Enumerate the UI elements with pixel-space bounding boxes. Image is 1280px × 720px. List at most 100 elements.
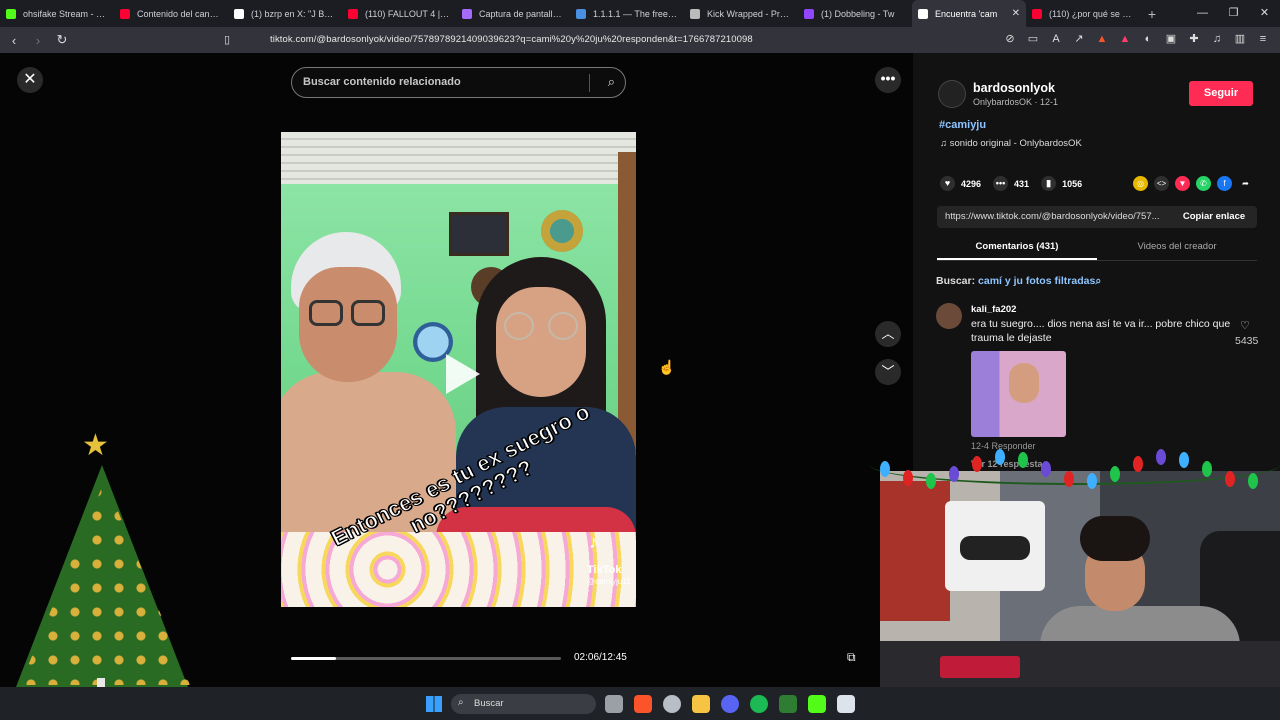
share-arrow-icon[interactable]: ➦ [1238, 176, 1253, 191]
chevron-down-icon[interactable]: ﹀ [875, 359, 901, 385]
vpn-icon[interactable]: ▣ [1164, 32, 1178, 46]
browser-tab[interactable]: Contenido del canal - [114, 0, 228, 27]
windows-start-icon[interactable] [426, 696, 442, 712]
heart-outline-icon[interactable]: ♡ [1240, 319, 1250, 332]
avatar[interactable] [938, 80, 966, 108]
wallet-icon[interactable]: ◐ [1141, 32, 1155, 46]
x-icon [234, 8, 244, 19]
light-bulb [903, 470, 913, 486]
reload-icon[interactable]: ↻ [52, 32, 72, 48]
spotify-icon[interactable] [750, 695, 768, 713]
related-query: camí y ju fotos filtradas [978, 275, 1096, 287]
share-icon[interactable]: ↗ [1072, 32, 1086, 46]
app-icon[interactable] [779, 695, 797, 713]
sidebar-icon[interactable]: ▥ [1233, 32, 1247, 46]
screenshot-icon[interactable]: ▭ [1026, 32, 1040, 46]
light-bulb [1225, 471, 1235, 487]
save-stat[interactable]: ▮ 1056 [1041, 176, 1082, 191]
calculator-icon[interactable] [837, 695, 855, 713]
brave-shield-icon[interactable]: ▲ [1095, 32, 1109, 46]
light-bulb [1041, 461, 1051, 477]
browser-tab[interactable]: ohsifake Stream - Watc [0, 0, 114, 27]
progress-bar[interactable] [291, 657, 561, 660]
brave-icon[interactable] [634, 695, 652, 713]
menu-icon[interactable]: ≡ [1256, 32, 1270, 46]
rewards-icon[interactable]: ▲ [1118, 32, 1132, 46]
save-count: 1056 [1062, 178, 1083, 189]
comment-stat[interactable]: ••• 431 [993, 176, 1029, 191]
tab-title: Contenido del canal - [137, 8, 222, 19]
restore-icon[interactable]: ❐ [1218, 0, 1249, 27]
share-link[interactable]: https://www.tiktok.com/@bardosonlyok/vid… [945, 211, 1170, 222]
tab-title: (1) Dobbeling - Tw [821, 8, 895, 19]
star-icon: ★ [82, 429, 109, 462]
kick-icon [6, 8, 16, 19]
browser-tab[interactable]: Encuentra 'cam ✕ [912, 0, 1026, 27]
comment-username[interactable]: kali_fa202 [971, 304, 1016, 315]
browser-tab[interactable]: Captura de pantalla po [456, 0, 570, 27]
chevron-up-icon[interactable]: ︿ [875, 321, 901, 347]
avatar[interactable] [936, 303, 962, 329]
search-icon[interactable]: ⌕ [608, 74, 615, 90]
close-icon[interactable]: ✕ [17, 67, 43, 93]
light-bulb [1202, 461, 1212, 477]
search-icon: ⌕ [458, 697, 464, 708]
light-bulb [1087, 473, 1097, 489]
tab-title: Captura de pantalla po [479, 8, 564, 19]
kick-icon[interactable] [808, 695, 826, 713]
browser-tab[interactable]: (110) ¿por qué se hac [1026, 0, 1140, 27]
facebook-icon[interactable]: f [1217, 176, 1232, 191]
play-icon[interactable] [446, 354, 480, 394]
translate-icon[interactable]: A [1049, 32, 1063, 46]
music-info[interactable]: ♫ sonido original - OnlybardosOK [940, 138, 1082, 149]
more-options-icon[interactable]: ••• [875, 67, 901, 93]
video-frame[interactable]: Entonces es tu ex suegro o no???????? ♪ … [281, 132, 636, 607]
copy-link-button[interactable]: Copiar enlace [1171, 206, 1257, 228]
send-icon[interactable]: ▼ [1175, 176, 1190, 191]
light-bulb [1018, 452, 1028, 468]
url-field[interactable]: tiktok.com/@bardosonlyok/video/757897892… [270, 34, 753, 45]
forward-icon[interactable]: › [28, 33, 48, 48]
username[interactable]: bardosonlyok [973, 81, 1055, 95]
related-search-input[interactable]: Buscar contenido relacionado ⌕ [291, 67, 626, 98]
taskbar-search[interactable]: ⌕ Buscar [451, 694, 596, 714]
new-tab-button[interactable]: + [1140, 6, 1164, 22]
toolbar-icons: ⊘ ▭ A ↗ ▲ ▲ ◐ ▣ ✚ ♫ ▥ ≡ [1003, 32, 1270, 46]
tab-comments[interactable]: Comentarios (431) [937, 237, 1097, 260]
share-link-box: https://www.tiktok.com/@bardosonlyok/vid… [937, 206, 1257, 228]
light-bulb [880, 461, 890, 477]
media-icon[interactable]: ♫ [1210, 32, 1224, 46]
browser-tab[interactable]: (110) FALLOUT 4 | PRI [342, 0, 456, 27]
browser-tab[interactable]: 1.1.1.1 — The free app [570, 0, 684, 27]
embed-icon[interactable]: <> [1154, 176, 1169, 191]
picture-in-picture-icon[interactable]: ⧉ [847, 650, 856, 665]
minimize-icon[interactable]: — [1187, 0, 1218, 27]
windows-taskbar: ⌕ Buscar [0, 687, 1280, 720]
bookmark-icon[interactable]: ▯ [224, 33, 230, 46]
tab-creator-videos[interactable]: Videos del creador [1097, 237, 1257, 260]
puzzle-icon[interactable]: ✚ [1187, 32, 1201, 46]
steam-icon[interactable] [663, 695, 681, 713]
related-search[interactable]: Buscar: camí y ju fotos filtradas⌕ [936, 275, 1101, 288]
hand-cursor-icon: ☝ [658, 359, 676, 375]
tiktok-logo-icon: ♪ [589, 532, 598, 552]
task-view-icon[interactable] [605, 695, 623, 713]
close-tab-icon[interactable]: ✕ [1012, 8, 1020, 19]
follow-button[interactable]: Seguir [1189, 81, 1253, 106]
coin-icon[interactable]: ◎ [1133, 176, 1148, 191]
close-window-icon[interactable]: ✕ [1249, 0, 1280, 27]
like-stat[interactable]: ♥ 4296 [940, 176, 981, 191]
hashtag-link[interactable]: #camiyju [939, 119, 986, 131]
bookmark-icon: ▮ [1041, 176, 1057, 191]
whatsapp-icon[interactable]: ✆ [1196, 176, 1211, 191]
browser-tab[interactable]: Kick Wrapped - Proces [684, 0, 798, 27]
extension-icon[interactable]: ⊘ [1003, 32, 1017, 46]
light-bulb [1156, 449, 1166, 465]
discord-icon[interactable] [721, 695, 739, 713]
browser-tab[interactable]: (1) bzrp en X: "J BALVI [228, 0, 342, 27]
browser-tab[interactable]: (1) Dobbeling - Tw [798, 0, 912, 27]
pen-icon [462, 8, 472, 19]
file-explorer-icon[interactable] [692, 695, 710, 713]
back-icon[interactable]: ‹ [4, 33, 24, 48]
light-bulb [972, 456, 982, 472]
